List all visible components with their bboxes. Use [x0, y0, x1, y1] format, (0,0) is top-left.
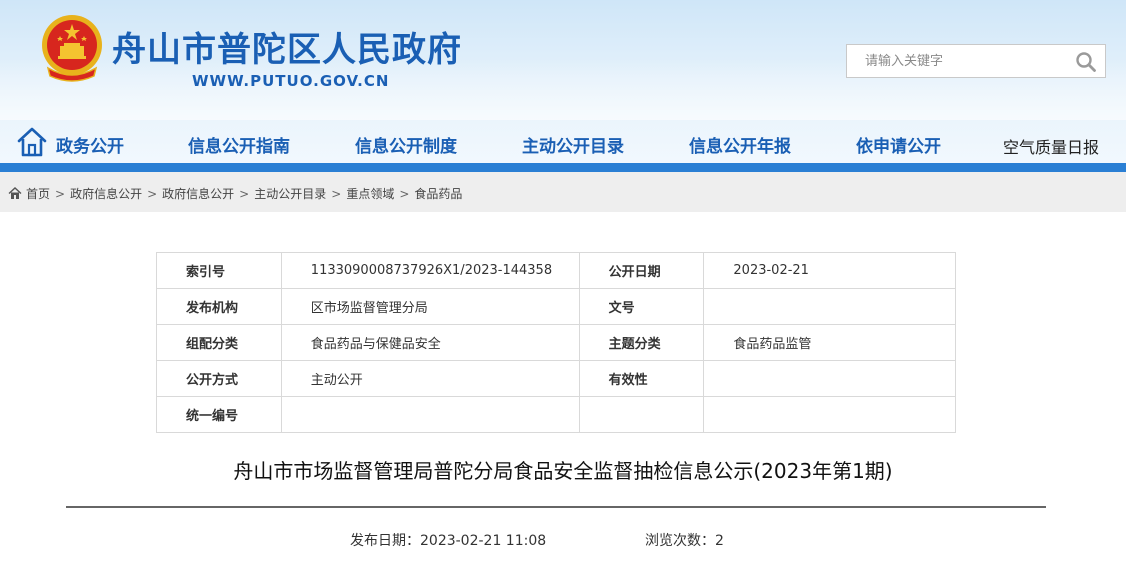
value-topic: 食品药品监管	[703, 324, 956, 361]
table-row: 组配分类 食品药品与保健品安全 主题分类 食品药品监管	[156, 324, 956, 361]
document-info-table: 索引号 1133090008737926X1/2023-144358 公开日期 …	[156, 252, 956, 433]
breadcrumb-separator: >	[55, 186, 66, 201]
breadcrumb-separator: >	[331, 186, 342, 201]
label-publish-date: 公开日期	[578, 252, 705, 289]
site-title[interactable]: 舟山市普陀区人民政府	[112, 22, 462, 71]
breadcrumb-key-areas[interactable]: 重点领域	[346, 185, 394, 202]
table-row: 索引号 1133090008737926X1/2023-144358 公开日期 …	[156, 252, 956, 289]
value-disclosure-method: 主动公开	[280, 360, 580, 397]
article-view-count: 浏览次数：2	[645, 533, 724, 549]
article-title: 舟山市市场监督管理局普陀分局食品安全监督抽检信息公示(2023年第1期)	[233, 459, 893, 483]
breadcrumb-home[interactable]: 首页	[26, 185, 50, 202]
label-unified-number: 统一编号	[156, 396, 282, 433]
article-divider	[66, 506, 1046, 508]
nav-item-disclosure-guide[interactable]: 信息公开指南	[188, 132, 290, 157]
value-unified-number	[280, 396, 580, 433]
label-issuing-agency: 发布机构	[156, 288, 282, 325]
label-document-number: 文号	[578, 288, 705, 325]
value-publish-date: 2023-02-21	[703, 252, 956, 289]
nav-item-open-government[interactable]: 政务公开	[56, 132, 124, 157]
table-row: 公开方式 主动公开 有效性	[156, 360, 956, 397]
value-issuing-agency: 区市场监督管理分局	[280, 288, 580, 325]
nav-item-on-request[interactable]: 依申请公开	[856, 132, 941, 157]
site-url[interactable]: WWW.PUTUO.GOV.CN	[192, 72, 389, 90]
nav-item-air-quality[interactable]: 空气质量日报	[1003, 134, 1099, 158]
nav-divider-bar	[0, 163, 1126, 172]
label-category: 组配分类	[156, 324, 282, 361]
national-emblem-icon[interactable]	[38, 12, 106, 84]
table-row: 统一编号	[156, 396, 956, 433]
breadcrumb-proactive-catalog[interactable]: 主动公开目录	[254, 185, 326, 202]
table-row: 发布机构 区市场监督管理分局 文号	[156, 288, 956, 325]
search-icon[interactable]	[1075, 51, 1097, 73]
breadcrumb-separator: >	[399, 186, 410, 201]
nav-item-proactive-catalog[interactable]: 主动公开目录	[522, 132, 624, 157]
breadcrumb: 首页 > 政府信息公开 > 政府信息公开 > 主动公开目录 > 重点领域 > 食…	[0, 172, 1126, 212]
breadcrumb-gov-info-1[interactable]: 政府信息公开	[70, 185, 142, 202]
nav-item-disclosure-system[interactable]: 信息公开制度	[355, 132, 457, 157]
breadcrumb-gov-info-2[interactable]: 政府信息公开	[162, 185, 234, 202]
search-box	[846, 44, 1106, 78]
label-disclosure-method: 公开方式	[156, 360, 282, 397]
label-topic: 主题分类	[578, 324, 705, 361]
breadcrumb-separator: >	[239, 186, 250, 201]
value-empty	[703, 396, 956, 433]
search-input[interactable]	[847, 45, 1067, 77]
label-validity: 有效性	[578, 360, 705, 397]
value-document-number	[703, 288, 956, 325]
breadcrumb-home-icon	[8, 187, 22, 199]
value-index-number: 1133090008737926X1/2023-144358	[280, 252, 580, 289]
label-index-number: 索引号	[156, 252, 282, 289]
main-nav: 政务公开 信息公开指南 信息公开制度 主动公开目录 信息公开年报 依申请公开 空…	[0, 118, 1126, 164]
value-validity	[703, 360, 956, 397]
breadcrumb-separator: >	[147, 186, 158, 201]
breadcrumb-food-drug[interactable]: 食品药品	[414, 185, 462, 202]
value-category: 食品药品与保健品安全	[280, 324, 580, 361]
label-empty	[578, 396, 705, 433]
article-publish-date: 发布日期：2023-02-21 11:08	[350, 533, 547, 549]
nav-item-annual-report[interactable]: 信息公开年报	[689, 132, 791, 157]
